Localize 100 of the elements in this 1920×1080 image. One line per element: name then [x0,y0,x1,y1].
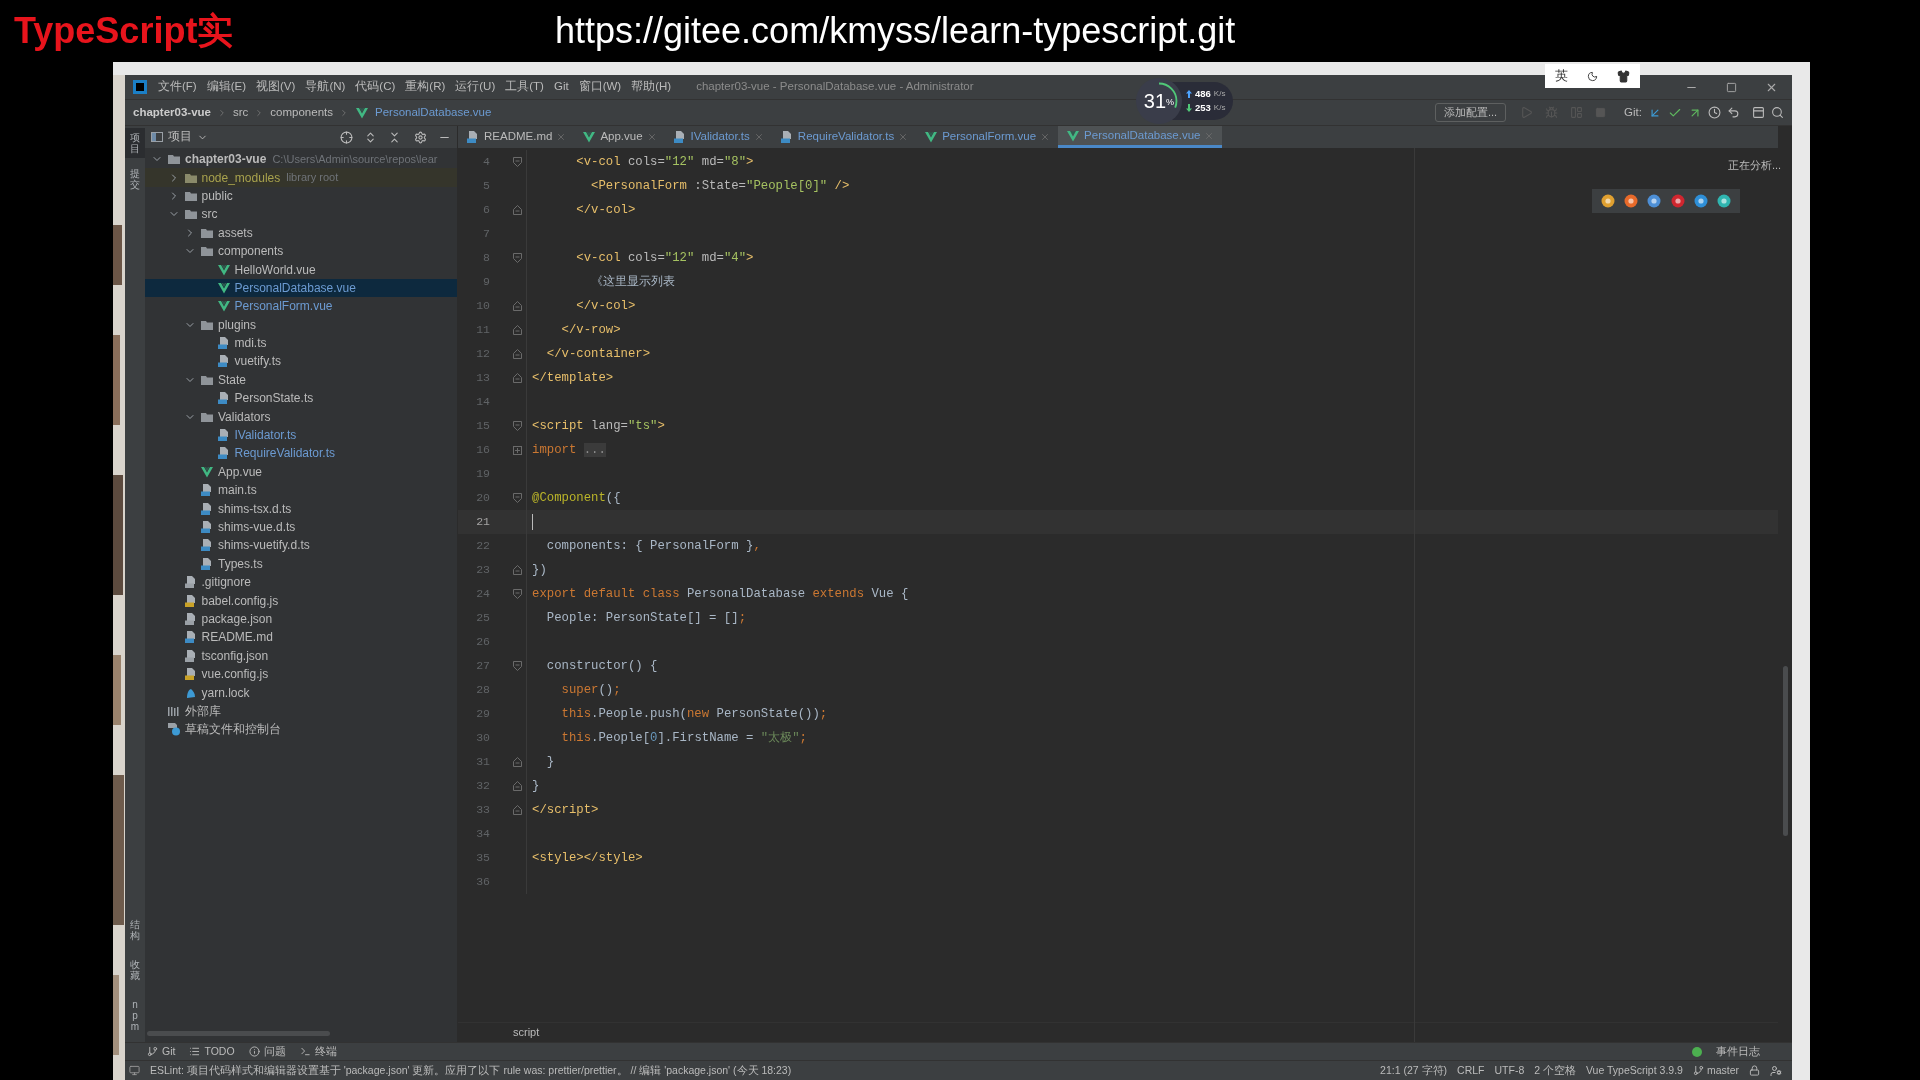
menu-item[interactable]: 编辑(E) [201,78,252,96]
browser-icon[interactable] [1624,194,1638,208]
coverage-icon[interactable] [1570,106,1584,119]
menu-item[interactable]: 重构(R) [400,78,451,96]
fold-icon[interactable] [513,325,522,335]
tree-item[interactable]: vue.config.js [145,664,457,684]
status-item[interactable]: CRLF [1457,1062,1485,1079]
menu-item[interactable]: 帮助(H) [626,78,677,96]
code-breadcrumb[interactable]: script [513,1024,540,1041]
tree-item[interactable]: node_modules library root [145,168,457,187]
fold-icon[interactable] [513,493,522,503]
expand-fold-icon[interactable] [513,445,522,455]
tool-window-tab[interactable]: 项目 [125,128,145,158]
fold-icon[interactable] [513,301,522,311]
problems-tool-icon[interactable] [248,1046,260,1057]
status-item[interactable]: 21:1 (27 字符) [1380,1062,1448,1079]
editor-tab[interactable]: IValidator.ts [664,126,772,148]
tree-item[interactable]: shims-vue.d.ts [145,517,457,537]
stop-icon[interactable] [1595,107,1607,118]
tree-item[interactable]: src [145,205,457,224]
close-tab-icon[interactable] [1204,130,1215,141]
menu-item[interactable]: 导航(N) [300,78,351,96]
menu-item[interactable]: 工具(T) [500,78,549,96]
browser-icon[interactable] [1647,194,1662,208]
expand-all-icon[interactable] [364,130,377,144]
fold-icon[interactable] [513,349,522,359]
git-tool-icon[interactable] [147,1046,158,1057]
tool-window-button[interactable]: TODO [204,1043,235,1060]
settings-icon[interactable] [414,130,427,144]
tool-window-button[interactable]: Git [162,1043,176,1060]
close-tab-icon[interactable] [1040,132,1051,142]
tree-item[interactable]: Validators [145,407,457,426]
tree-item[interactable]: State [145,370,457,390]
tree-item[interactable]: shims-tsx.d.ts [145,499,457,518]
fold-icon[interactable] [513,565,522,575]
tool-window-tab[interactable]: 收藏 [125,955,145,985]
scrollbar[interactable] [147,1030,330,1036]
fold-icon[interactable] [513,661,522,671]
menu-item[interactable]: 视图(V) [251,78,301,96]
close-tab-icon[interactable] [898,132,909,142]
panel-title[interactable]: 项目 [168,128,192,146]
tree-item[interactable]: components [145,241,457,261]
menu-item[interactable]: 运行(U) [450,78,501,96]
tree-item[interactable]: tsconfig.json [145,646,457,665]
close-tab-icon[interactable] [753,132,764,142]
tree-item[interactable]: Types.ts [145,554,457,573]
editor-tab[interactable]: RequireValidator.ts [771,126,917,148]
tool-window-button[interactable]: 终端 [314,1043,337,1060]
close-tab-icon[interactable] [646,132,657,142]
history-icon[interactable] [1708,106,1721,119]
status-item[interactable]: UTF-8 [1494,1062,1525,1079]
browser-icon[interactable] [1717,194,1732,208]
tool-window-tab[interactable]: 提交 [125,164,145,194]
fold-icon[interactable] [513,589,522,599]
browser-icon[interactable] [1693,194,1708,208]
tree-item[interactable]: babel.config.js [145,591,457,610]
breadcrumb-item[interactable]: components [270,103,333,122]
tree-item[interactable]: HelloWorld.vue [145,260,457,279]
fold-icon[interactable] [513,373,522,383]
rollback-icon[interactable] [1727,106,1740,119]
tree-item[interactable]: 外部库 [145,701,457,721]
breadcrumb-item[interactable]: chapter03-vue [133,103,211,122]
editor-tab[interactable]: README.md [458,126,575,148]
menu-item[interactable]: 窗口(W) [573,78,627,96]
shirt-icon[interactable] [1617,69,1631,83]
tree-item[interactable]: IValidator.ts [145,425,457,445]
close-tab-icon[interactable] [556,132,567,142]
tree-item[interactable]: shims-vuetify.d.ts [145,536,457,555]
maximize-icon[interactable] [1726,81,1737,93]
tree-item[interactable]: plugins [145,315,457,334]
editor-tab[interactable]: PersonalForm.vue [916,126,1059,148]
terminal-tool-icon[interactable] [299,1046,311,1057]
collapse-all-icon[interactable] [388,130,401,144]
fold-icon[interactable] [513,805,522,815]
debug-icon[interactable] [1545,106,1559,119]
run-icon[interactable] [1520,106,1534,119]
tree-item[interactable]: mdi.ts [145,333,457,353]
tree-item[interactable]: RequireValidator.ts [145,444,457,463]
tree-item[interactable]: main.ts [145,481,457,500]
todo-tool-icon[interactable] [189,1046,201,1057]
tree-item[interactable]: 草稿文件和控制台 [145,720,457,739]
fold-icon[interactable] [513,757,522,767]
layout-icon[interactable] [129,1065,140,1076]
branch-name[interactable]: master [1706,1062,1739,1079]
tree-item[interactable]: package.json [145,609,457,629]
browser-icon[interactable] [1670,194,1685,208]
scrollbar-thumb[interactable] [1782,666,1788,836]
breadcrumb-item[interactable]: PersonalDatabase.vue [375,103,492,122]
branch-icon[interactable] [1692,1065,1704,1076]
fold-icon[interactable] [513,253,522,263]
menu-item[interactable]: Git [548,78,574,96]
locate-icon[interactable] [340,130,353,144]
tree-item[interactable]: README.md [145,628,457,647]
tree-item[interactable]: PersonalForm.vue [145,297,457,316]
window-icon[interactable] [1752,106,1765,119]
tool-window-tab[interactable]: 结构 [125,915,145,945]
tree-item[interactable]: chapter03-vue C:\Users\Admin\source\repos\lear [145,150,457,169]
tree-item[interactable]: App.vue [145,462,457,482]
tool-window-tab[interactable]: npm [125,995,145,1036]
menu-item[interactable]: 文件(F) [153,78,202,96]
